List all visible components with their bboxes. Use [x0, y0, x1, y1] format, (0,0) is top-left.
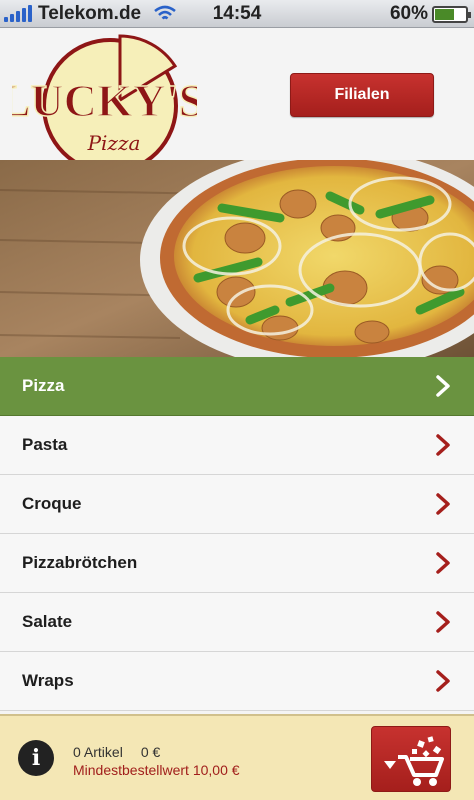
cart-summary: 0 Artikel 0 € Mindestbestellwert 10,00 €: [73, 744, 240, 778]
menu-item-wraps[interactable]: Wraps: [0, 652, 474, 711]
menu-item-pizza[interactable]: Pizza: [0, 357, 474, 416]
category-menu: Pizza Pasta Croque Pizzabrötchen Salate …: [0, 357, 474, 711]
chevron-right-icon: [436, 670, 450, 692]
cart-article-count: 0 Artikel: [73, 744, 123, 760]
battery-percent: 60%: [389, 3, 428, 24]
menu-item-pizzabroetchen[interactable]: Pizzabrötchen: [0, 534, 474, 593]
menu-item-croque[interactable]: Croque: [0, 475, 474, 534]
minimum-order-value: Mindestbestellwert 10,00 €: [73, 762, 240, 778]
info-icon[interactable]: i: [18, 740, 54, 776]
app-header: LUCKY'S Pizza Filialen: [0, 28, 474, 174]
menu-item-label: Croque: [22, 494, 82, 513]
logo-title: LUCKY'S: [12, 75, 197, 126]
cart-total: 0 €: [140, 744, 161, 760]
menu-item-label: Pizzabrötchen: [22, 553, 138, 572]
menu-item-label: Pizza: [22, 376, 65, 395]
chevron-right-icon: [436, 434, 450, 456]
cart-button[interactable]: [371, 726, 451, 792]
menu-item-pasta[interactable]: Pasta: [0, 416, 474, 475]
luckys-pizza-logo: LUCKY'S Pizza: [12, 34, 197, 174]
menu-item-label: Wraps: [22, 671, 74, 690]
pizza-hero-image: [0, 160, 474, 357]
logo-subtitle: Pizza: [87, 131, 141, 155]
cart-summary-bar: i 0 Artikel 0 € Mindestbestellwert 10,00 …: [0, 714, 474, 800]
shopping-cart-icon: [384, 736, 444, 786]
status-bar: Telekom.de 14:54 60%: [0, 0, 474, 28]
chevron-right-icon: [436, 611, 450, 633]
chevron-right-icon: [436, 493, 450, 515]
filialen-button[interactable]: Filialen: [290, 73, 434, 117]
chevron-right-icon: [436, 552, 450, 574]
battery-icon: [432, 5, 471, 23]
menu-item-salate[interactable]: Salate: [0, 593, 474, 652]
menu-item-label: Pasta: [22, 435, 68, 454]
chevron-right-icon: [436, 375, 450, 397]
menu-item-label: Salate: [22, 612, 73, 631]
